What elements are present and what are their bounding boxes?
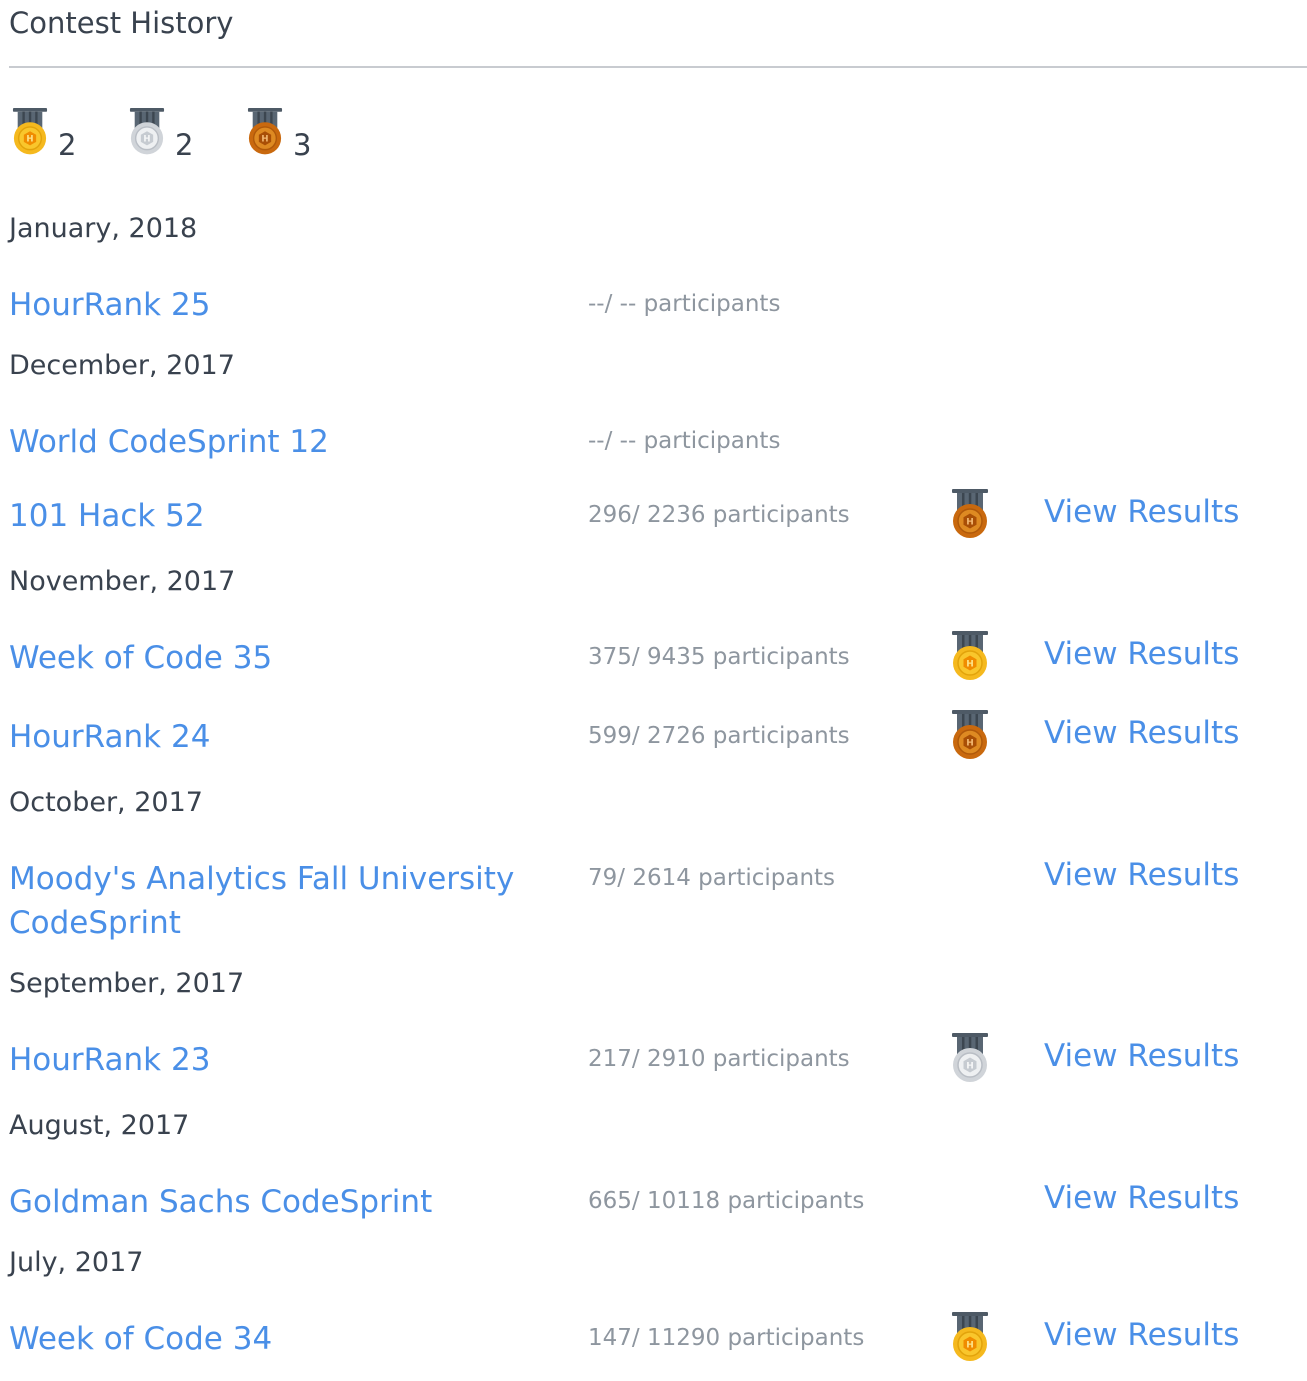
month-heading: September, 2017 (9, 968, 245, 999)
participants-count: 217/ 2910 participants (588, 1046, 850, 1072)
bronze-medal-icon (950, 710, 990, 766)
month-heading: January, 2018 (9, 213, 198, 244)
participants-count: 79/ 2614 participants (588, 865, 836, 891)
gold-medal-icon (950, 631, 990, 687)
participants-count: 599/ 2726 participants (588, 723, 850, 749)
view-results-link[interactable]: View Results (1044, 1038, 1239, 1074)
contest-link[interactable]: Week of Code 35 (9, 636, 529, 680)
silver-medal-count: 2 (175, 128, 194, 162)
participants-count: 375/ 9435 participants (588, 644, 850, 670)
view-results-link[interactable]: View Results (1044, 636, 1239, 672)
month-heading: October, 2017 (9, 787, 203, 818)
divider (9, 66, 1307, 68)
contest-link[interactable]: HourRank 23 (9, 1038, 529, 1082)
month-heading: December, 2017 (9, 350, 235, 381)
gold-medal-icon (11, 108, 49, 161)
participants-count: --/ -- participants (588, 291, 781, 317)
participants-count: 147/ 11290 participants (588, 1325, 865, 1351)
contest-link[interactable]: World CodeSprint 12 (9, 420, 529, 464)
view-results-link[interactable]: View Results (1044, 1180, 1239, 1216)
participants-count: 665/ 10118 participants (588, 1188, 865, 1214)
bronze-medal-count: 3 (293, 128, 312, 162)
view-results-link[interactable]: View Results (1044, 494, 1239, 530)
page-title: Contest History (9, 6, 234, 40)
view-results-link[interactable]: View Results (1044, 1317, 1239, 1353)
participants-count: --/ -- participants (588, 428, 781, 454)
gold-medal-count: 2 (58, 128, 77, 162)
bronze-medal-icon (246, 108, 284, 161)
participants-count: 296/ 2236 participants (588, 502, 850, 528)
view-results-link[interactable]: View Results (1044, 715, 1239, 751)
contest-link[interactable]: Week of Code 34 (9, 1317, 529, 1361)
contest-link[interactable]: Goldman Sachs CodeSprint (9, 1180, 529, 1224)
month-heading: November, 2017 (9, 566, 236, 597)
month-heading: August, 2017 (9, 1110, 190, 1141)
bronze-medal-icon (950, 489, 990, 545)
contest-link[interactable]: HourRank 24 (9, 715, 529, 759)
contest-link[interactable]: HourRank 25 (9, 283, 529, 327)
silver-medal-icon (950, 1033, 990, 1089)
gold-medal-icon (950, 1312, 990, 1368)
silver-medal-icon (128, 108, 166, 161)
contest-link[interactable]: 101 Hack 52 (9, 494, 529, 538)
view-results-link[interactable]: View Results (1044, 857, 1239, 893)
contest-link[interactable]: Moody's Analytics Fall University CodeSp… (9, 857, 529, 945)
month-heading: July, 2017 (9, 1247, 144, 1278)
